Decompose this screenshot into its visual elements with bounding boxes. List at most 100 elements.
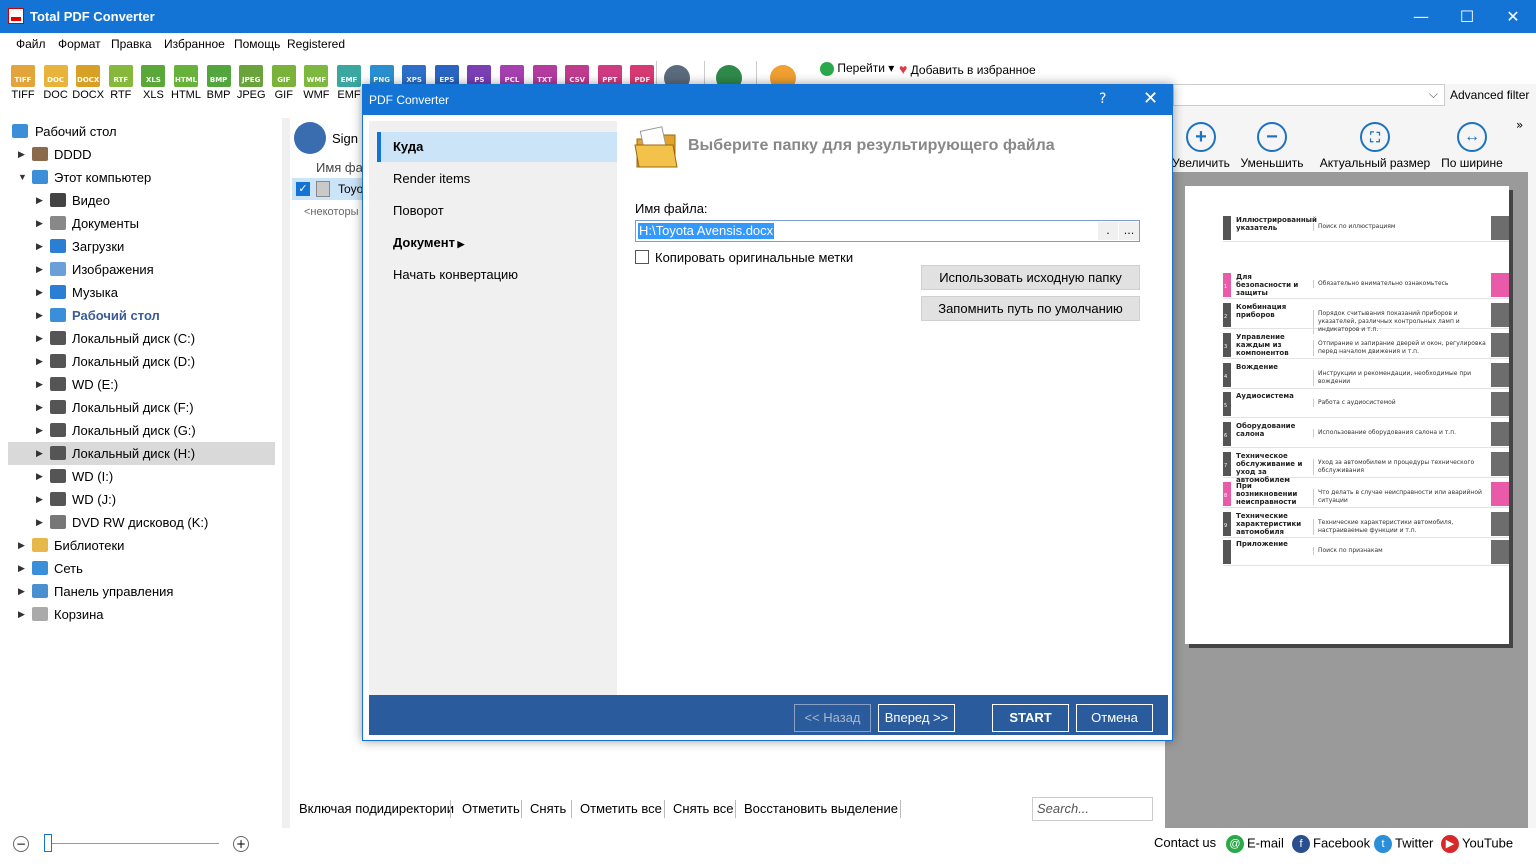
tree-item[interactable]: ▶ Локальный диск (H:) <box>8 442 275 465</box>
tree-item[interactable]: ▶ WD (J:) <box>8 488 275 511</box>
format-button-emf[interactable]: EMF EMF <box>333 65 365 101</box>
collapse-arrow-icon[interactable]: ▶ <box>36 396 43 419</box>
copy-tags-checkbox[interactable] <box>635 250 649 264</box>
fit-width-button[interactable]: ↔ По ширине <box>1440 122 1504 170</box>
format-button-doc[interactable]: DOC DOC <box>40 65 72 101</box>
facebook-link[interactable]: f Facebook <box>1292 835 1370 853</box>
collapse-arrow-icon[interactable]: ▶ <box>36 212 43 235</box>
tree-item[interactable]: ▶ Музыка <box>8 281 275 304</box>
collapse-arrow-icon[interactable]: ▶ <box>18 580 25 603</box>
menu-format[interactable]: Формат <box>58 37 101 51</box>
sign-label[interactable]: Sign <box>332 131 358 146</box>
collapse-arrow-icon[interactable]: ▶ <box>36 419 43 442</box>
email-link[interactable]: @ E-mail <box>1226 835 1284 853</box>
menu-help[interactable]: Помощь <box>234 37 280 51</box>
tree-item[interactable]: ▶ Изображения <box>8 258 275 281</box>
dialog-nav-item[interactable]: Render items <box>377 164 617 194</box>
browse-button[interactable]: ... <box>1119 222 1139 240</box>
minimize-button[interactable]: — <box>1398 0 1444 33</box>
tree-item[interactable]: ▼ Этот компьютер <box>8 166 275 189</box>
menu-edit[interactable]: Правка <box>111 37 152 51</box>
dialog-nav-item[interactable]: Начать конвертацию <box>377 260 617 290</box>
selection-link[interactable]: Включая подидиректории <box>299 801 454 816</box>
format-button-xls[interactable]: XLS XLS <box>137 65 169 101</box>
tree-item[interactable]: ▶ Загрузки <box>8 235 275 258</box>
selection-link[interactable]: Снять все <box>673 801 733 816</box>
twitter-link[interactable]: t Twitter <box>1374 835 1433 853</box>
tree-item[interactable]: ▶ Локальный диск (C:) <box>8 327 275 350</box>
collapse-arrow-icon[interactable]: ▶ <box>36 488 43 511</box>
collapse-arrow-icon[interactable]: ▶ <box>36 465 43 488</box>
zoom-in-button[interactable]: + Увеличить <box>1172 122 1230 170</box>
collapse-arrow-icon[interactable]: ▶ <box>36 442 43 465</box>
tree-item[interactable]: ▶ DDDD <box>8 143 275 166</box>
tree-item[interactable]: ▶ Документы <box>8 212 275 235</box>
collapse-arrow-icon[interactable]: ▶ <box>36 350 43 373</box>
selection-link[interactable]: Отметить все <box>580 801 662 816</box>
more-chevron-icon[interactable]: » <box>1516 118 1523 132</box>
format-button-jpeg[interactable]: JPEG JPEG <box>235 65 267 101</box>
expanded-arrow-icon[interactable]: ▼ <box>18 166 27 189</box>
zoom-slider-handle[interactable] <box>44 834 52 852</box>
selection-link[interactable]: Отметить <box>462 801 520 816</box>
collapse-arrow-icon[interactable]: ▶ <box>36 511 43 534</box>
collapse-arrow-icon[interactable]: ▶ <box>18 143 25 166</box>
format-button-wmf[interactable]: WMF WMF <box>300 65 332 101</box>
tree-item[interactable]: ▶ Локальный диск (F:) <box>8 396 275 419</box>
add-favorites-button[interactable]: ♥ Добавить в избранное <box>899 61 1036 77</box>
dialog-close-icon[interactable]: ✕ <box>1143 88 1158 109</box>
collapse-arrow-icon[interactable]: ▶ <box>18 557 25 580</box>
remember-default-path-button[interactable]: Запомнить путь по умолчанию <box>921 296 1140 321</box>
collapse-arrow-icon[interactable]: ▶ <box>36 373 43 396</box>
collapse-arrow-icon[interactable]: ▶ <box>36 235 43 258</box>
tree-item[interactable]: ▶ Локальный диск (D:) <box>8 350 275 373</box>
tree-item[interactable]: ▶ Библиотеки <box>8 534 275 557</box>
tree-item[interactable]: ▶ Видео <box>8 189 275 212</box>
youtube-link[interactable]: ▶ YouTube <box>1441 835 1513 853</box>
tree-item[interactable]: ▶ WD (E:) <box>8 373 275 396</box>
checkbox-icon[interactable]: ✓ <box>296 182 310 196</box>
tree-item[interactable]: ▶ Сеть <box>8 557 275 580</box>
filename-input[interactable]: H:\Toyota Avensis.docx . ... <box>635 220 1140 242</box>
help-icon[interactable]: ? <box>1099 91 1106 107</box>
maximize-button[interactable]: ☐ <box>1444 0 1490 33</box>
copy-tags-label[interactable]: Копировать оригинальные метки <box>655 250 853 265</box>
collapse-arrow-icon[interactable]: ▶ <box>36 258 43 281</box>
dialog-nav-item[interactable]: Документ ▶ <box>377 228 617 258</box>
close-button[interactable]: ✕ <box>1490 0 1536 33</box>
menu-registered[interactable]: Registered <box>287 37 345 51</box>
file-row[interactable]: ✓ Toyo <box>292 178 363 200</box>
format-button-gif[interactable]: GIF GIF <box>268 65 300 101</box>
start-button[interactable]: START <box>992 704 1069 732</box>
collapse-arrow-icon[interactable]: ▶ <box>18 534 25 557</box>
dot-button[interactable]: . <box>1098 222 1118 240</box>
dialog-nav-item[interactable]: Куда <box>377 132 617 162</box>
tree-item[interactable]: ▶ Панель управления <box>8 580 275 603</box>
filename-value[interactable]: H:\Toyota Avensis.docx <box>638 223 775 239</box>
tree-item[interactable]: ▶ Локальный диск (G:) <box>8 419 275 442</box>
back-button[interactable]: << Назад <box>794 704 871 732</box>
format-button-rtf[interactable]: RTF RTF <box>105 65 137 101</box>
collapse-arrow-icon[interactable]: ▶ <box>36 304 43 327</box>
tree-item[interactable]: ▶ DVD RW дисковод (K:) <box>8 511 275 534</box>
search-input[interactable]: Search... <box>1032 797 1153 821</box>
menu-favorites[interactable]: Избранное <box>164 37 225 51</box>
cancel-button[interactable]: Отмена <box>1076 704 1153 732</box>
tree-item[interactable]: ▶ WD (I:) <box>8 465 275 488</box>
advanced-filter-link[interactable]: Advanced filter <box>1450 88 1529 102</box>
collapse-arrow-icon[interactable]: ▶ <box>36 189 43 212</box>
column-header-filename[interactable]: Имя фа <box>316 160 363 175</box>
collapse-arrow-icon[interactable]: ▶ <box>18 603 25 626</box>
menu-file[interactable]: Файл <box>16 37 46 51</box>
collapse-arrow-icon[interactable]: ▶ <box>36 281 43 304</box>
actual-size-button[interactable]: ⛶ Актуальный размер <box>1318 122 1432 170</box>
sign-icon[interactable] <box>294 122 326 154</box>
goto-button[interactable]: Перейти ▾ <box>820 61 894 76</box>
zoom-in-icon[interactable]: + <box>233 836 249 852</box>
use-source-folder-button[interactable]: Использовать исходную папку <box>921 265 1140 290</box>
collapse-arrow-icon[interactable]: ▶ <box>36 327 43 350</box>
zoom-out-icon[interactable]: − <box>13 836 29 852</box>
format-button-bmp[interactable]: BMP BMP <box>203 65 235 101</box>
zoom-slider[interactable] <box>44 843 219 844</box>
selection-link[interactable]: Снять <box>530 801 566 816</box>
